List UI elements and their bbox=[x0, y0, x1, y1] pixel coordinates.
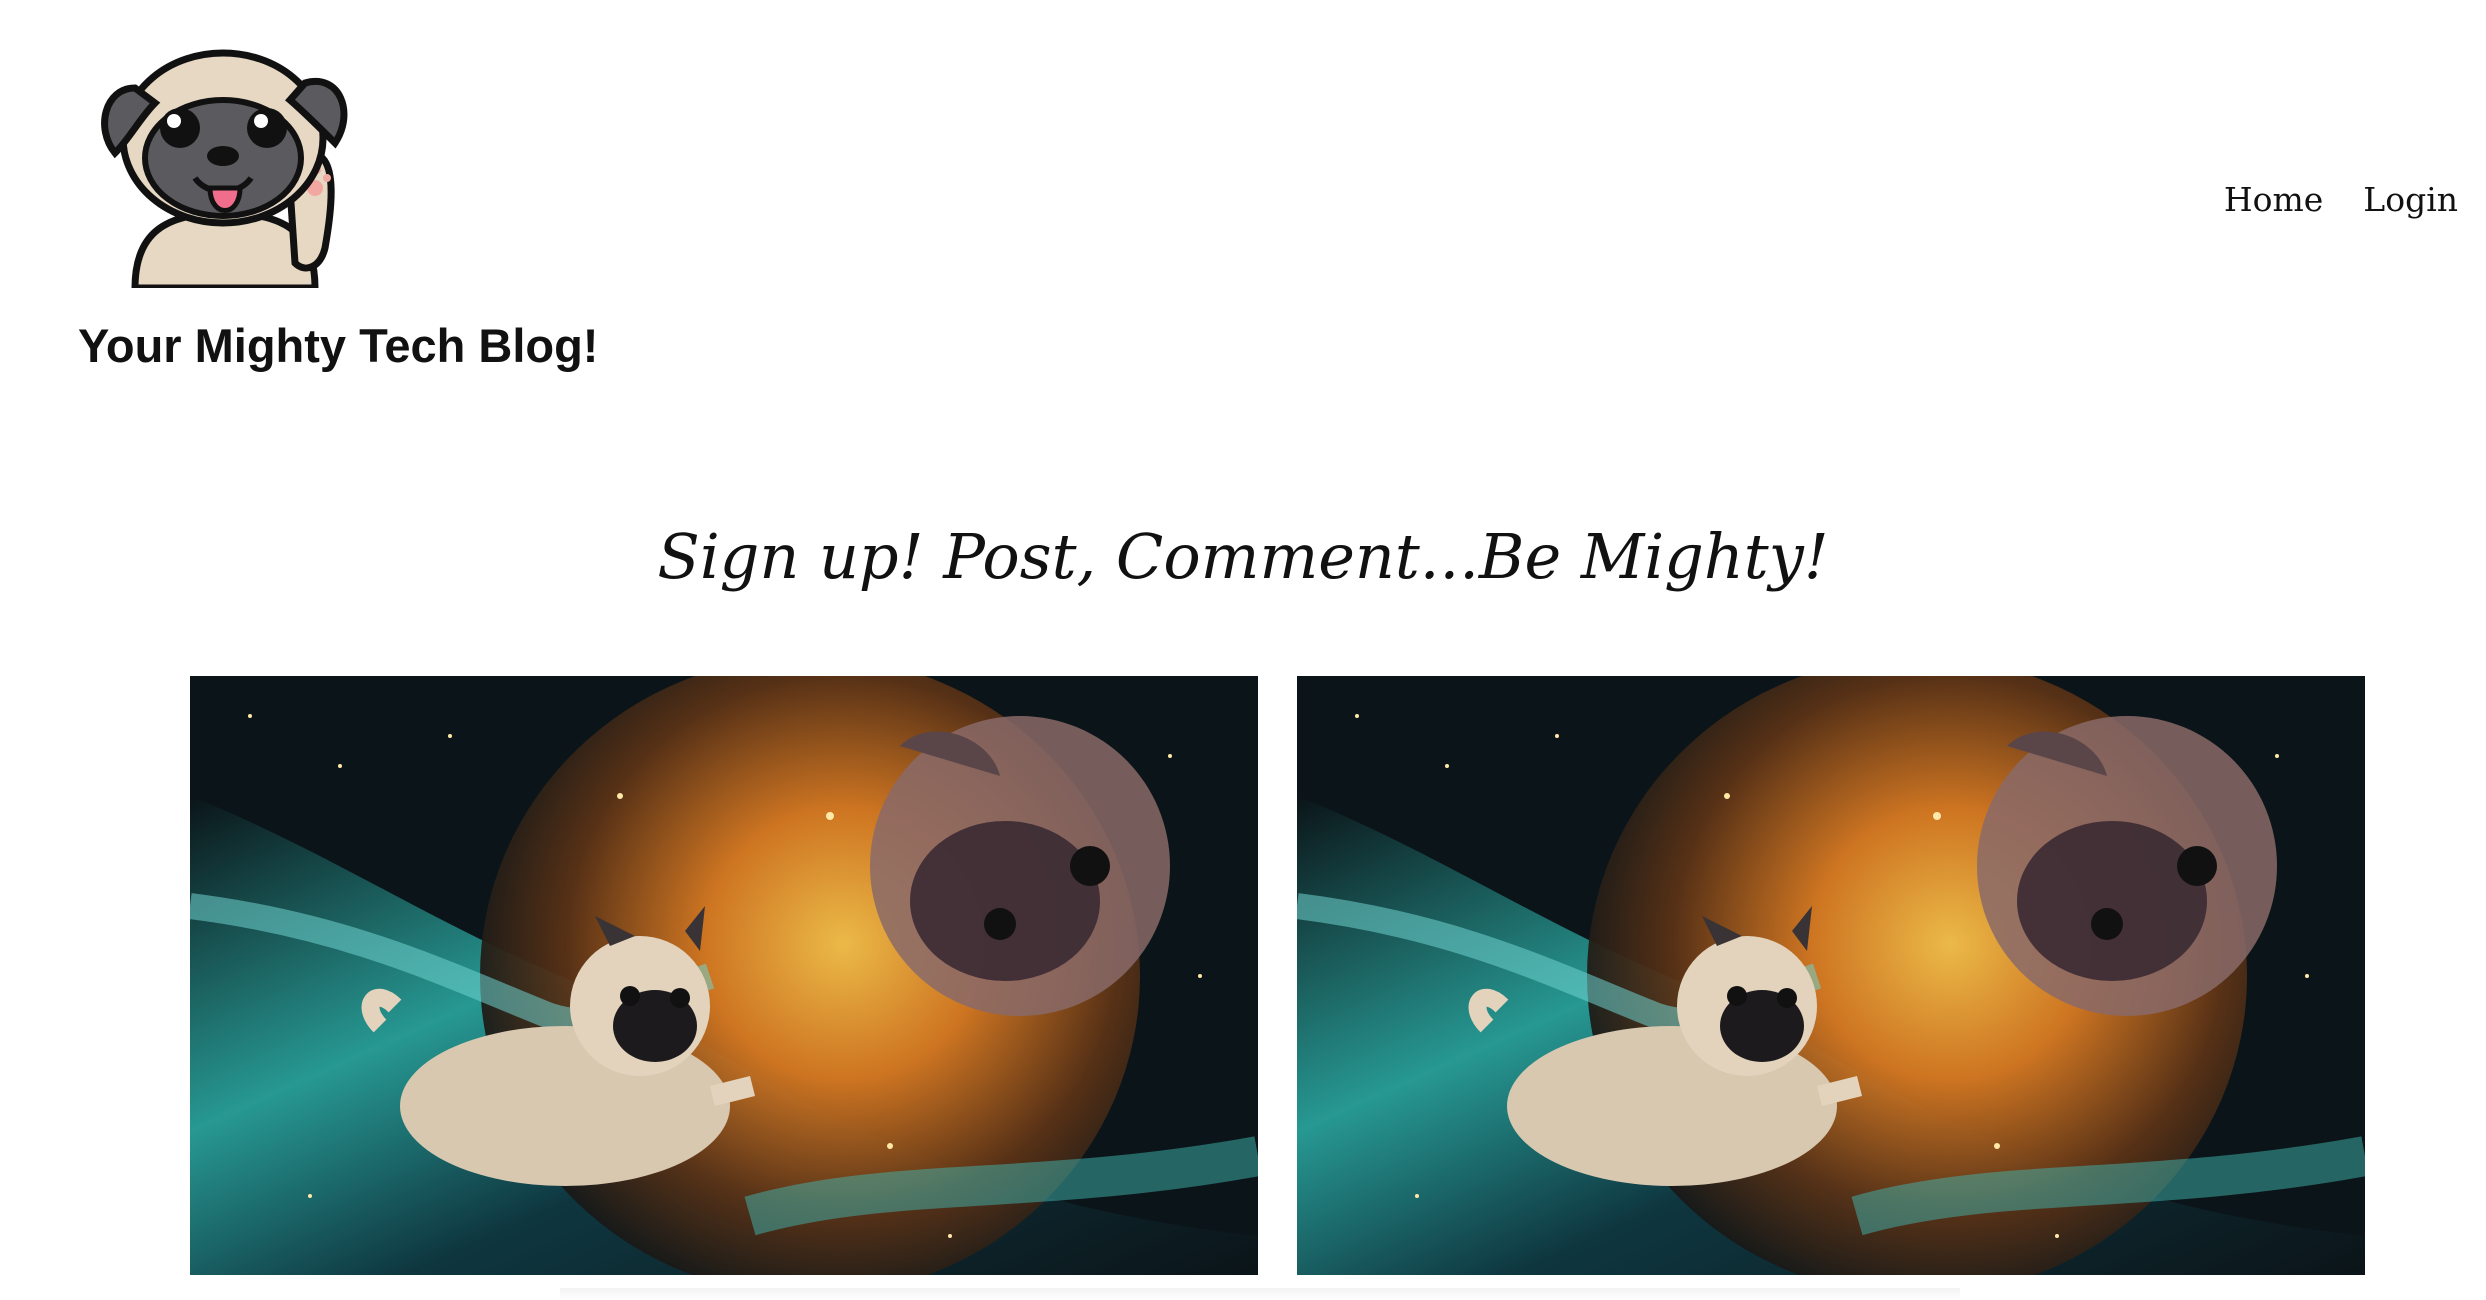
top-nav: Home Login bbox=[2224, 180, 2458, 219]
pug-waving-icon bbox=[101, 49, 348, 292]
logo[interactable] bbox=[95, 28, 355, 292]
hero-image-right bbox=[1297, 676, 2365, 1275]
hero-image-left bbox=[190, 676, 1258, 1275]
space-pug-image bbox=[1297, 676, 2365, 1275]
nav-link-login[interactable]: Login bbox=[2363, 180, 2458, 219]
blog-title: Your Mighty Tech Blog! bbox=[78, 319, 599, 372]
nav-link-home[interactable]: Home bbox=[2224, 180, 2323, 219]
page-tagline: Sign up! Post, Comment...Be Mighty! bbox=[657, 520, 1829, 593]
space-pug-image bbox=[190, 676, 1258, 1275]
content-divider bbox=[560, 1288, 1960, 1300]
